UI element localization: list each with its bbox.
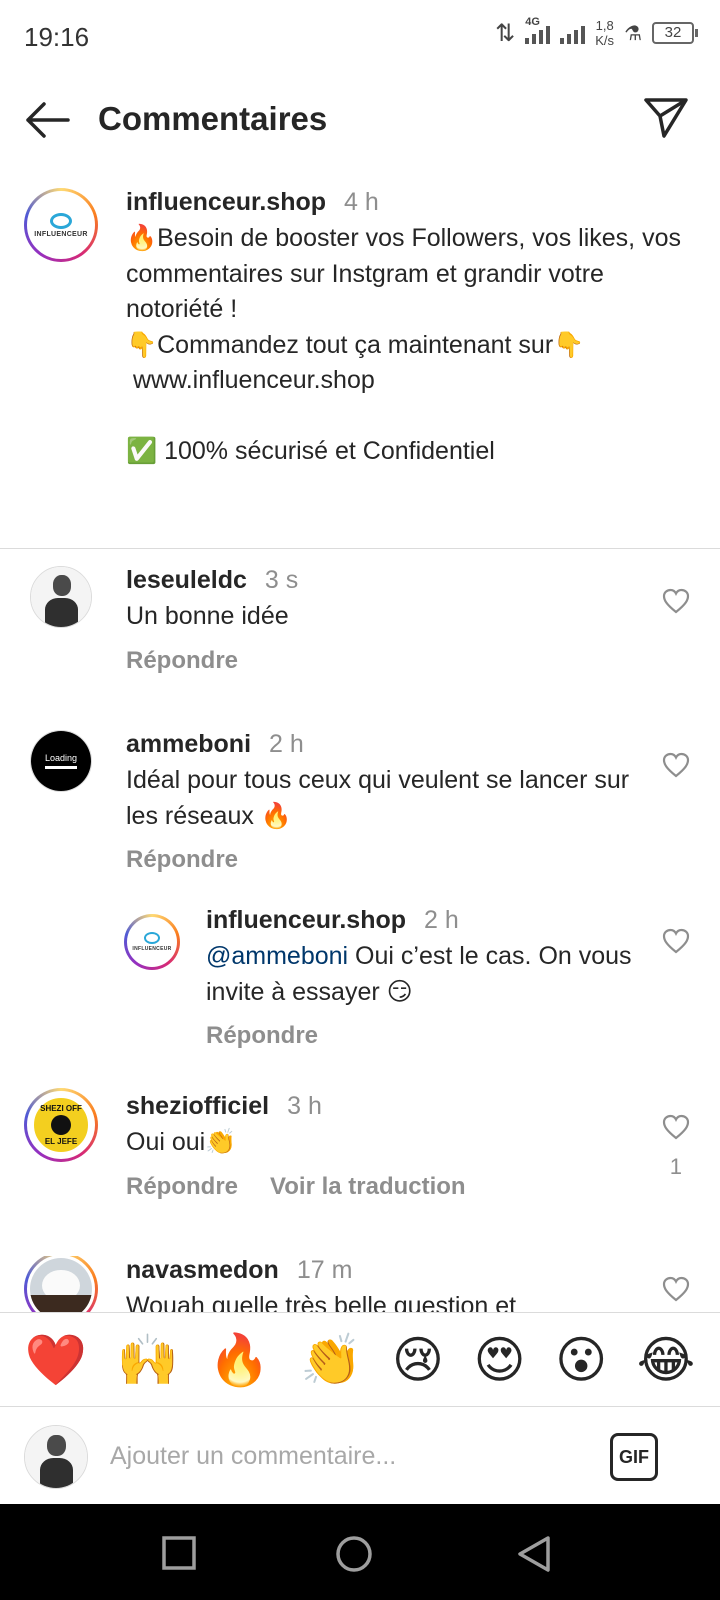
emoji-surprised-face[interactable]: 😮 bbox=[555, 1330, 607, 1390]
avatar-photo bbox=[30, 1258, 92, 1312]
comment-text: @ammeboni Oui c’est le cas. On vous invi… bbox=[206, 939, 646, 1010]
emoji-raising-hands[interactable]: 🙌 bbox=[117, 1330, 179, 1390]
caption-time: 4 h bbox=[344, 188, 379, 216]
quick-emoji-bar: ❤️ 🙌 🔥 👏 😢 😍 😮 😂 bbox=[0, 1312, 720, 1406]
like-heart-icon[interactable] bbox=[662, 1276, 690, 1302]
comment-item: navasmedon 17 m Wouah quelle très belle q… bbox=[0, 1256, 720, 1312]
data-transfer-icon: ⇅ bbox=[495, 19, 516, 47]
user-avatar bbox=[24, 1425, 88, 1489]
page-title: Commentaires bbox=[98, 100, 328, 137]
like-count: 1 bbox=[669, 1154, 682, 1179]
emoji-tears-of-joy[interactable]: 😂 bbox=[637, 1330, 695, 1390]
android-nav-bar bbox=[0, 1504, 720, 1600]
comment-input-bar: GIF bbox=[0, 1406, 720, 1504]
comment-username[interactable]: sheziofficiel bbox=[126, 1092, 269, 1120]
like-heart-icon[interactable] bbox=[662, 1114, 690, 1140]
comment-time: 3 s bbox=[264, 566, 299, 594]
back-arrow-icon[interactable] bbox=[22, 98, 72, 142]
see-translation-button[interactable]: Voir la traduction bbox=[270, 1173, 466, 1200]
comment-input[interactable] bbox=[110, 1431, 570, 1481]
reply-button[interactable]: Répondre bbox=[126, 647, 238, 674]
comment-username[interactable]: navasmedon bbox=[126, 1256, 279, 1284]
network-speed-unit: K/s bbox=[595, 33, 615, 48]
reply-button[interactable]: Répondre bbox=[126, 1173, 238, 1200]
comment-username[interactable]: leseuleldc bbox=[126, 566, 247, 594]
comment-text: Wouah quelle très belle question et bbox=[126, 1292, 517, 1312]
comment-text: Oui oui👏 bbox=[126, 1128, 237, 1156]
emoji-clapping-hands[interactable]: 👏 bbox=[300, 1330, 362, 1390]
network-speed-value: 1,8 bbox=[595, 18, 614, 33]
like-heart-icon[interactable] bbox=[662, 752, 690, 778]
comment-avatar[interactable] bbox=[30, 566, 92, 628]
emoji-fire[interactable]: 🔥 bbox=[208, 1330, 270, 1390]
emoji-red-heart[interactable]: ❤️ bbox=[25, 1330, 87, 1390]
avatar-badge: SHEZI OFF EL JEFE bbox=[30, 1094, 92, 1156]
comment-avatar[interactable]: SHEZI OFF EL JEFE bbox=[24, 1088, 98, 1162]
comment-time: 3 h bbox=[287, 1092, 322, 1120]
avatar-image: Loading bbox=[31, 731, 91, 791]
emoji-crying-face[interactable]: 😢 bbox=[392, 1330, 444, 1390]
battery-icon: 32 bbox=[652, 22, 698, 44]
recent-apps-icon[interactable] bbox=[160, 1534, 200, 1574]
logo-text: INFLUENCEUR bbox=[132, 946, 172, 952]
status-icons: ⇅ 4G 1,8 K/s ⚗ 32 bbox=[495, 16, 698, 48]
mention-link[interactable]: @ammeboni bbox=[206, 942, 348, 970]
comment-time: 2 h bbox=[269, 730, 304, 758]
header: Commentaires bbox=[0, 82, 720, 158]
influenceur-logo: INFLUENCEUR bbox=[130, 920, 174, 964]
badge-text-top: SHEZI OFF bbox=[40, 1104, 82, 1113]
send-icon[interactable] bbox=[642, 96, 690, 140]
status-bar: 19:16 ⇅ 4G 1,8 K/s ⚗ 32 bbox=[0, 0, 720, 72]
network-type: 4G bbox=[525, 16, 540, 28]
badge-text-bottom: EL JEFE bbox=[44, 1137, 78, 1146]
flask-icon: ⚗ bbox=[624, 22, 642, 45]
influenceur-logo: INFLUENCEUR bbox=[30, 194, 92, 256]
comment-text: Un bonne idée bbox=[126, 602, 289, 630]
avatar-photo bbox=[31, 567, 91, 627]
like-heart-icon[interactable] bbox=[662, 928, 690, 954]
comment-avatar[interactable]: Loading bbox=[30, 730, 92, 792]
signal-icon-2 bbox=[560, 22, 586, 44]
comment-username[interactable]: ammeboni bbox=[126, 730, 251, 758]
logo-text: INFLUENCEUR bbox=[34, 230, 88, 238]
comment-time: 17 m bbox=[296, 1256, 353, 1284]
avatar-photo bbox=[25, 1426, 87, 1488]
comment-text: Idéal pour tous ceux qui veulent se lanc… bbox=[126, 766, 630, 830]
caption-text: 🔥Besoin de booster vos Followers, vos li… bbox=[126, 224, 681, 465]
caption-avatar[interactable]: INFLUENCEUR bbox=[24, 188, 98, 262]
network-speed: 1,8 K/s bbox=[595, 18, 614, 48]
reply-button[interactable]: Répondre bbox=[126, 846, 238, 873]
emoji-heart-eyes[interactable]: 😍 bbox=[474, 1330, 526, 1390]
back-nav-icon[interactable] bbox=[514, 1534, 554, 1574]
comment-time: 2 h bbox=[424, 906, 459, 934]
comment-username[interactable]: influenceur.shop bbox=[206, 906, 406, 934]
status-time: 19:16 bbox=[24, 22, 90, 52]
caption-username[interactable]: influenceur.shop bbox=[126, 188, 326, 216]
reply-button[interactable]: Répondre bbox=[206, 1022, 318, 1049]
like-heart-icon[interactable] bbox=[662, 588, 690, 614]
divider bbox=[0, 548, 720, 549]
comment-avatar[interactable]: INFLUENCEUR bbox=[124, 914, 180, 970]
home-icon[interactable] bbox=[334, 1534, 374, 1574]
signal-icon: 4G bbox=[525, 16, 551, 44]
comment-avatar[interactable] bbox=[24, 1256, 98, 1312]
avatar-text: Loading bbox=[44, 753, 78, 763]
gif-button[interactable]: GIF bbox=[610, 1433, 658, 1481]
